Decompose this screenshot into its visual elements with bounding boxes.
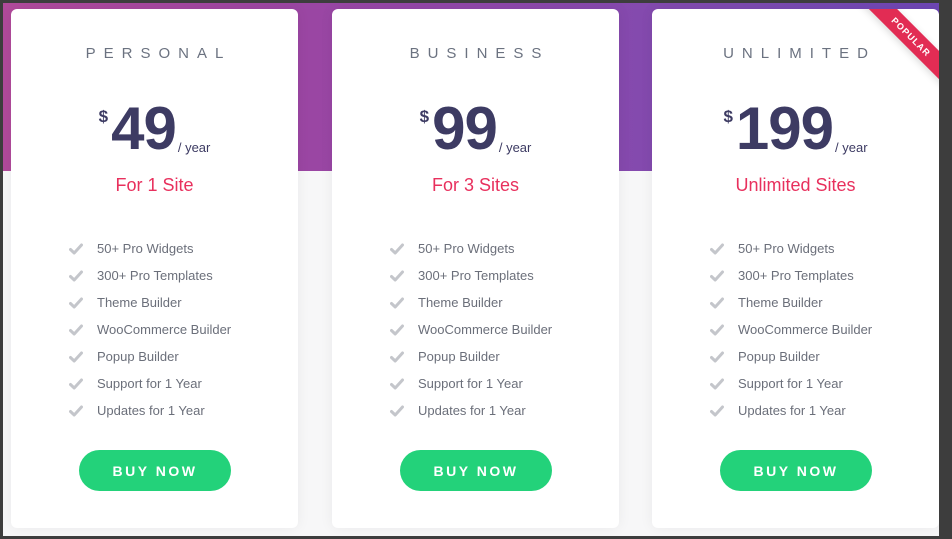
- check-icon: [69, 297, 83, 308]
- check-icon: [390, 243, 404, 254]
- buy-now-button[interactable]: BUY NOW: [79, 450, 231, 491]
- price: $ 99 / year: [332, 99, 619, 159]
- check-icon: [710, 378, 724, 389]
- pricing-card-personal: PERSONAL $ 49 / year For 1 Site 50+ Pro …: [11, 9, 298, 528]
- feature-list: 50+ Pro Widgets 300+ Pro Templates Theme B…: [710, 235, 872, 424]
- currency-symbol: $: [98, 107, 109, 126]
- feature-item: Updates for 1 Year: [390, 397, 552, 424]
- feature-item: Popup Builder: [710, 343, 872, 370]
- check-icon: [390, 351, 404, 362]
- feature-label: WooCommerce Builder: [738, 322, 873, 337]
- feature-label: 50+ Pro Widgets: [738, 241, 835, 256]
- feature-label: Theme Builder: [738, 295, 823, 310]
- feature-item: Popup Builder: [390, 343, 552, 370]
- feature-label: Support for 1 Year: [738, 376, 843, 391]
- feature-item: Popup Builder: [69, 343, 231, 370]
- feature-item: Updates for 1 Year: [710, 397, 872, 424]
- feature-label: 300+ Pro Templates: [418, 268, 534, 283]
- feature-label: 50+ Pro Widgets: [97, 241, 194, 256]
- pricing-page: PERSONAL $ 49 / year For 1 Site 50+ Pro …: [3, 3, 939, 536]
- plan-name: PERSONAL: [85, 45, 232, 62]
- check-icon: [390, 297, 404, 308]
- price: $ 49 / year: [11, 99, 298, 159]
- feature-label: Updates for 1 Year: [418, 403, 526, 418]
- price: $ 199 / year: [652, 99, 939, 159]
- check-icon: [710, 270, 724, 281]
- pricing-card-unlimited: POPULAR UNLIMITED $ 199 / year Unlimited…: [652, 9, 939, 528]
- feature-label: 300+ Pro Templates: [97, 268, 213, 283]
- check-icon: [710, 324, 724, 335]
- check-icon: [69, 378, 83, 389]
- feature-label: Popup Builder: [97, 349, 179, 364]
- feature-label: 50+ Pro Widgets: [418, 241, 515, 256]
- feature-item: Support for 1 Year: [390, 370, 552, 397]
- feature-label: Support for 1 Year: [97, 376, 202, 391]
- currency-symbol: $: [723, 107, 733, 126]
- check-icon: [390, 270, 404, 281]
- feature-label: Theme Builder: [97, 295, 182, 310]
- price-amount: 49: [111, 95, 177, 162]
- check-icon: [69, 243, 83, 254]
- feature-label: Theme Builder: [418, 295, 503, 310]
- feature-label: Updates for 1 Year: [97, 403, 205, 418]
- plan-name: BUSINESS: [409, 45, 550, 62]
- feature-label: WooCommerce Builder: [418, 322, 553, 337]
- feature-item: 50+ Pro Widgets: [390, 235, 552, 262]
- feature-label: Popup Builder: [738, 349, 820, 364]
- feature-item: 50+ Pro Widgets: [710, 235, 872, 262]
- check-icon: [710, 297, 724, 308]
- check-icon: [69, 270, 83, 281]
- check-icon: [390, 378, 404, 389]
- feature-item: Updates for 1 Year: [69, 397, 231, 424]
- feature-item: 300+ Pro Templates: [390, 262, 552, 289]
- check-icon: [69, 351, 83, 362]
- feature-item: WooCommerce Builder: [710, 316, 872, 343]
- feature-label: Support for 1 Year: [418, 376, 523, 391]
- buy-now-button[interactable]: BUY NOW: [720, 450, 872, 491]
- check-icon: [69, 405, 83, 416]
- price-amount: 99: [432, 95, 498, 162]
- check-icon: [390, 324, 404, 335]
- feature-label: 300+ Pro Templates: [738, 268, 854, 283]
- sites-label: Unlimited Sites: [735, 175, 856, 195]
- feature-label: Popup Builder: [418, 349, 500, 364]
- feature-item: Support for 1 Year: [69, 370, 231, 397]
- feature-list: 50+ Pro Widgets 300+ Pro Templates Theme B…: [390, 235, 552, 424]
- price-period: / year: [835, 140, 868, 155]
- feature-item: 300+ Pro Templates: [69, 262, 231, 289]
- pricing-card-business: BUSINESS $ 99 / year For 3 Sites 50+ Pro…: [332, 9, 619, 528]
- feature-item: WooCommerce Builder: [390, 316, 552, 343]
- price-amount: 199: [735, 95, 834, 162]
- feature-label: Updates for 1 Year: [738, 403, 846, 418]
- feature-item: Theme Builder: [390, 289, 552, 316]
- check-icon: [710, 243, 724, 254]
- check-icon: [69, 324, 83, 335]
- feature-item: 50+ Pro Widgets: [69, 235, 231, 262]
- sites-label: For 3 Sites: [431, 175, 520, 195]
- currency-symbol: $: [419, 107, 430, 126]
- feature-item: Theme Builder: [69, 289, 231, 316]
- plan-name: UNLIMITED: [723, 45, 876, 62]
- check-icon: [710, 351, 724, 362]
- feature-item: 300+ Pro Templates: [710, 262, 872, 289]
- buy-now-button[interactable]: BUY NOW: [400, 450, 552, 491]
- feature-item: Theme Builder: [710, 289, 872, 316]
- price-period: / year: [177, 140, 211, 155]
- feature-item: Support for 1 Year: [710, 370, 872, 397]
- check-icon: [710, 405, 724, 416]
- price-period: / year: [498, 140, 532, 155]
- feature-label: WooCommerce Builder: [97, 322, 232, 337]
- feature-list: 50+ Pro Widgets 300+ Pro Templates Theme B…: [69, 235, 231, 424]
- check-icon: [390, 405, 404, 416]
- feature-item: WooCommerce Builder: [69, 316, 231, 343]
- sites-label: For 1 Site: [115, 175, 194, 195]
